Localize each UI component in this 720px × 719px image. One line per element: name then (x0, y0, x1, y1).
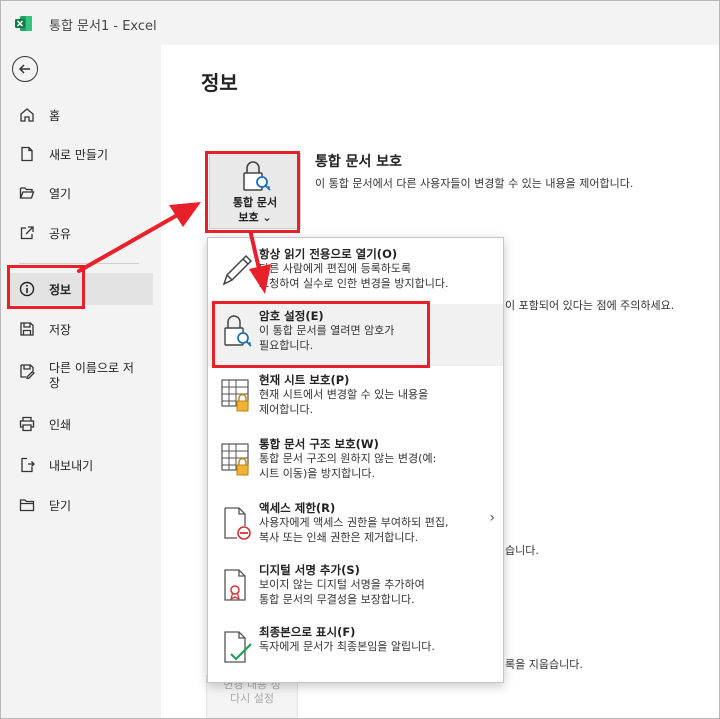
menu-item-title: 현재 시트 보호(P) (259, 373, 350, 387)
menu-item-title: 최종본으로 표시(F) (259, 625, 356, 639)
new-document-icon (17, 144, 37, 164)
sidebar-item-save[interactable]: 저장 (9, 313, 153, 345)
sidebar-item-label: 열기 (49, 186, 72, 201)
protect-section-description: 이 통합 문서에서 다른 사용자들이 변경할 수 있는 내용을 제어합니다. (315, 177, 634, 190)
browser-section-text: 록을 지웁습니다. (505, 658, 583, 671)
highlight-box-encrypt-password (212, 301, 430, 368)
home-icon (17, 105, 37, 125)
mark-final-icon (224, 631, 252, 663)
save-as-icon (17, 361, 37, 381)
share-icon (17, 223, 37, 243)
sidebar-item-label: 인쇄 (49, 417, 72, 432)
sidebar-item-home[interactable]: 홈 (9, 99, 153, 131)
menu-item-title: 액세스 제한(R) (259, 501, 336, 515)
menu-item-mark-as-final[interactable]: 최종본으로 표시(F) 독자에게 문서가 최종본임을 알립니다. (208, 620, 503, 678)
page-title: 정보 (201, 71, 238, 95)
sidebar-item-print[interactable]: 인쇄 (9, 408, 153, 440)
sidebar-item-label: 새로 만들기 (49, 147, 109, 162)
sidebar-item-open[interactable]: 열기 (9, 177, 153, 209)
versions-section-text: 습니다. (505, 544, 539, 557)
menu-item-protect-sheet[interactable]: 현재 시트 보호(P) 현재 시트에서 변경할 수 있는 내용을 제어합니다. (208, 368, 503, 428)
pencil-icon (222, 254, 253, 286)
menu-item-title: 항상 읽기 전용으로 열기(O) (259, 247, 398, 261)
sidebar-item-close[interactable]: 닫기 (9, 489, 153, 521)
highlight-box-protect-button (205, 151, 300, 233)
arrow-left-icon (18, 64, 30, 74)
highlight-box-info-item (7, 265, 85, 309)
sidebar-item-share[interactable]: 공유 (9, 217, 153, 249)
back-button[interactable] (12, 56, 38, 82)
menu-item-description: 통합 문서 구조의 원하지 않는 변경(예: 시트 이동)을 방지합니다. (259, 452, 437, 480)
folder-open-icon (17, 183, 37, 203)
sidebar-item-save-as[interactable]: 다른 이름으로 저 장 (9, 357, 153, 397)
menu-item-add-digital-signature[interactable]: 디지털 서명 추가(S) 보이지 않는 디지털 서명을 추가하여 통합 문서의 무… (208, 558, 503, 618)
inspect-section-text: 이 포함되어 있다는 점에 주의하세요. (505, 299, 675, 312)
workbook-lock-icon (221, 443, 249, 476)
menu-item-description: 보이지 않는 디지털 서명을 추가하여 통합 문서의 무결성을 보장합니다. (259, 578, 425, 606)
sheet-lock-icon (221, 379, 249, 412)
document-title: 통합 문서1 - Excel (49, 19, 157, 34)
digital-signature-icon (224, 569, 246, 601)
excel-window: 통합 문서1 - Excel 홈 새로 만들기 열기 공유 정보 저장 다른 이… (0, 0, 720, 719)
print-icon (17, 414, 37, 434)
menu-item-description: 사용자에게 액세스 권한을 부여하되 편집, 복사 또는 인쇄 권한은 제거합니다… (259, 516, 449, 544)
protect-section-title: 통합 문서 보호 (315, 154, 403, 170)
sidebar-divider (19, 263, 139, 264)
sidebar-item-label: 저장 (49, 322, 72, 337)
menu-item-description: 현재 시트에서 변경할 수 있는 내용을 제어합니다. (259, 388, 429, 416)
title-bar: 통합 문서1 - Excel (1, 1, 719, 45)
menu-item-title: 디지털 서명 추가(S) (259, 563, 360, 577)
export-icon (17, 455, 37, 475)
sidebar-item-label: 내보내기 (49, 458, 94, 473)
menu-item-always-read-only[interactable]: 항상 읽기 전용으로 열기(O) 다른 사람에게 편집에 등록하도록 요청하여 실… (208, 242, 503, 300)
restrict-access-icon (224, 507, 251, 540)
menu-item-protect-workbook-structure[interactable]: 통합 문서 구조 보호(W) 통합 문서 구조의 원하지 않는 변경(예: 시트 … (208, 432, 503, 494)
save-icon (17, 319, 37, 339)
sidebar-item-export[interactable]: 내보내기 (9, 449, 153, 481)
sidebar-item-label: 홈 (49, 108, 61, 123)
menu-item-description: 다른 사람에게 편집에 등록하도록 요청하여 실수로 인한 변경을 방지합니다. (259, 262, 449, 290)
sidebar-item-label: 다른 이름으로 저 장 (49, 361, 134, 390)
close-folder-icon (17, 495, 37, 515)
menu-item-description: 독자에게 문서가 최종본임을 알립니다. (259, 640, 435, 653)
sidebar-item-new[interactable]: 새로 만들기 (9, 138, 153, 170)
sidebar-item-label: 닫기 (49, 498, 72, 513)
menu-item-restrict-access[interactable]: 액세스 제한(R) 사용자에게 액세스 권한을 부여하되 편집, 복사 또는 인쇄… (208, 496, 503, 556)
menu-item-title: 통합 문서 구조 보호(W) (259, 437, 379, 451)
sidebar-item-label: 공유 (49, 226, 72, 241)
chevron-right-icon: › (489, 510, 495, 526)
excel-logo-icon (15, 16, 32, 31)
backstage-sidebar: 홈 새로 만들기 열기 공유 정보 저장 다른 이름으로 저 장 인쇄 내보내기… (1, 45, 161, 718)
